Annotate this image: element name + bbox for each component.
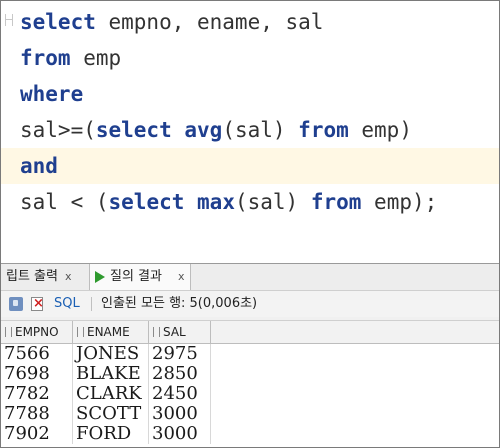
pin-icon[interactable]: [9, 297, 23, 311]
sql-text: sal>=(: [20, 118, 96, 142]
code-line[interactable]: from emp: [1, 40, 499, 76]
table-row[interactable]: 7788 SCOTT 3000: [1, 404, 499, 424]
sql-text: emp): [348, 118, 412, 142]
fetch-status-text: 인출된 모든 행: 5(0,006초): [101, 296, 258, 311]
sql-keyword: select: [95, 118, 172, 142]
code-line-text: from emp: [20, 40, 121, 76]
code-line[interactable]: and: [1, 148, 499, 184]
sql-worksheet-window: select empno, ename, sal from emp where sal…: [0, 0, 500, 448]
cell-empno: 7902: [1, 424, 73, 444]
sql-editor[interactable]: select empno, ename, sal from emp where sal…: [1, 1, 499, 259]
sql-text: emp: [70, 46, 122, 70]
sql-text: sal < (: [20, 190, 109, 214]
sql-text: empno, ename, sal: [95, 10, 324, 34]
cell-sal: 2975: [149, 344, 211, 364]
column-sort-icon: [153, 327, 160, 337]
cell-empno: 7788: [1, 404, 73, 424]
sql-keyword: select: [20, 10, 96, 34]
results-grid[interactable]: EMPNO ENAME SAL 7566 JONES 2975 7698 BLA…: [1, 320, 499, 447]
column-header-label: SAL: [163, 325, 186, 339]
cell-ename: SCOTT: [73, 404, 149, 424]
column-header-label: ENAME: [87, 325, 130, 339]
sql-keyword: select: [108, 190, 185, 214]
cell-sal: 3000: [149, 424, 211, 444]
sql-keyword: from: [20, 46, 71, 70]
results-panel: 립트 출력 x 질의 결과 x SQL 인출된 모든 행: 5(0,006초) E…: [1, 263, 499, 447]
cell-sal: 2850: [149, 364, 211, 384]
cell-ename: CLARK: [73, 384, 149, 404]
column-sort-icon: [77, 327, 84, 337]
run-result-icon: [95, 271, 105, 283]
code-line[interactable]: select empno, ename, sal: [1, 4, 499, 40]
clear-sql-icon[interactable]: [31, 291, 44, 317]
table-row[interactable]: 7902 FORD 3000: [1, 424, 499, 444]
cell-empno: 7698: [1, 364, 73, 384]
code-line-text: and: [20, 148, 58, 184]
sql-keyword: from: [310, 190, 362, 214]
cell-sal: 2450: [149, 384, 211, 404]
sql-text: emp);: [361, 190, 438, 214]
cell-empno: 7566: [1, 344, 73, 364]
grid-header-row: EMPNO ENAME SAL: [1, 321, 499, 344]
column-header-label: EMPNO: [15, 325, 59, 339]
code-line[interactable]: sal>=(select avg(sal) from emp): [1, 112, 499, 148]
toolbar-divider: [91, 297, 92, 311]
cell-ename: JONES: [73, 344, 149, 364]
sql-keyword: where: [20, 82, 84, 106]
column-sort-icon: [5, 327, 12, 337]
code-line-text: where: [20, 76, 83, 112]
sql-function: max: [197, 190, 235, 214]
cell-empno: 7782: [1, 384, 73, 404]
column-header-ename[interactable]: ENAME: [73, 321, 149, 343]
column-header-empno[interactable]: EMPNO: [1, 321, 73, 343]
code-line-text: sal < (select max(sal) from emp);: [20, 184, 437, 220]
cell-ename: FORD: [73, 424, 149, 444]
tab-query-results-label: 질의 결과: [110, 269, 162, 284]
sql-link[interactable]: SQL: [54, 291, 80, 317]
results-tabbar: 립트 출력 x 질의 결과 x: [1, 264, 499, 291]
sql-keyword: and: [20, 154, 58, 178]
tab-script-output[interactable]: 립트 출력 x: [1, 264, 83, 290]
table-row[interactable]: 7782 CLARK 2450: [1, 384, 499, 404]
column-header-sal[interactable]: SAL: [149, 321, 211, 343]
tab-query-results[interactable]: 질의 결과 x: [89, 264, 191, 290]
tab-script-output-label: 립트 출력: [6, 269, 58, 284]
sql-text: (sal): [234, 190, 311, 214]
tab-query-results-close-icon[interactable]: x: [178, 264, 185, 290]
sql-function: avg: [184, 118, 223, 142]
tab-script-output-close-icon[interactable]: x: [65, 270, 72, 283]
code-line-text: sal>=(select avg(sal) from emp): [20, 112, 412, 148]
sql-keyword: from: [298, 118, 349, 142]
sql-text: (sal): [222, 118, 299, 142]
code-line[interactable]: sal < (select max(sal) from emp);: [1, 184, 499, 220]
cell-ename: BLAKE: [73, 364, 149, 384]
code-line-text: select empno, ename, sal: [20, 4, 323, 40]
results-toolbar: SQL 인출된 모든 행: 5(0,006초): [1, 291, 499, 317]
table-row[interactable]: 7698 BLAKE 2850: [1, 364, 499, 384]
code-line[interactable]: where: [1, 76, 499, 112]
table-row[interactable]: 7566 JONES 2975: [1, 344, 499, 364]
cell-sal: 3000: [149, 404, 211, 424]
